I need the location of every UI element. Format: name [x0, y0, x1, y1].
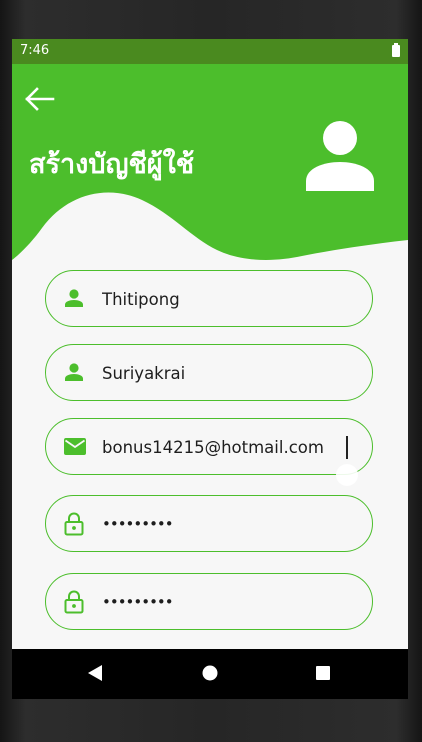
password-field[interactable] [45, 495, 373, 552]
text-cursor-handle[interactable] [336, 464, 358, 486]
first-name-input[interactable] [102, 279, 362, 319]
recents-square-icon[interactable] [315, 664, 331, 682]
email-field[interactable] [45, 418, 373, 486]
home-circle-icon[interactable] [202, 664, 218, 682]
person-icon [65, 289, 83, 307]
text-cursor [346, 436, 348, 459]
lock-icon [64, 590, 84, 614]
arrow-left-icon [25, 87, 55, 111]
app-screen: 7:46 สร้างบัญชีผู้ใช้ [12, 39, 408, 699]
email-input[interactable] [102, 427, 362, 467]
password-input[interactable] [102, 504, 362, 544]
person-icon [65, 363, 83, 381]
person-avatar-icon [306, 121, 374, 191]
last-name-field[interactable] [45, 344, 373, 401]
page-title: สร้างบัญชีผู้ใช้ [29, 149, 195, 180]
confirm-password-field[interactable] [45, 573, 373, 630]
last-name-input[interactable] [102, 353, 362, 393]
navigation-bar [12, 649, 408, 699]
status-time: 7:46 [20, 43, 50, 58]
lock-icon [64, 512, 84, 536]
status-bar: 7:46 [12, 39, 408, 64]
battery-icon [392, 43, 400, 57]
confirm-password-input[interactable] [102, 582, 362, 622]
back-triangle-icon[interactable] [87, 664, 103, 682]
device-frame: 7:46 สร้างบัญชีผู้ใช้ [0, 0, 422, 742]
mail-icon [64, 438, 86, 455]
first-name-field[interactable] [45, 270, 373, 327]
back-button[interactable] [24, 86, 56, 112]
header: สร้างบัญชีผู้ใช้ [12, 64, 408, 264]
